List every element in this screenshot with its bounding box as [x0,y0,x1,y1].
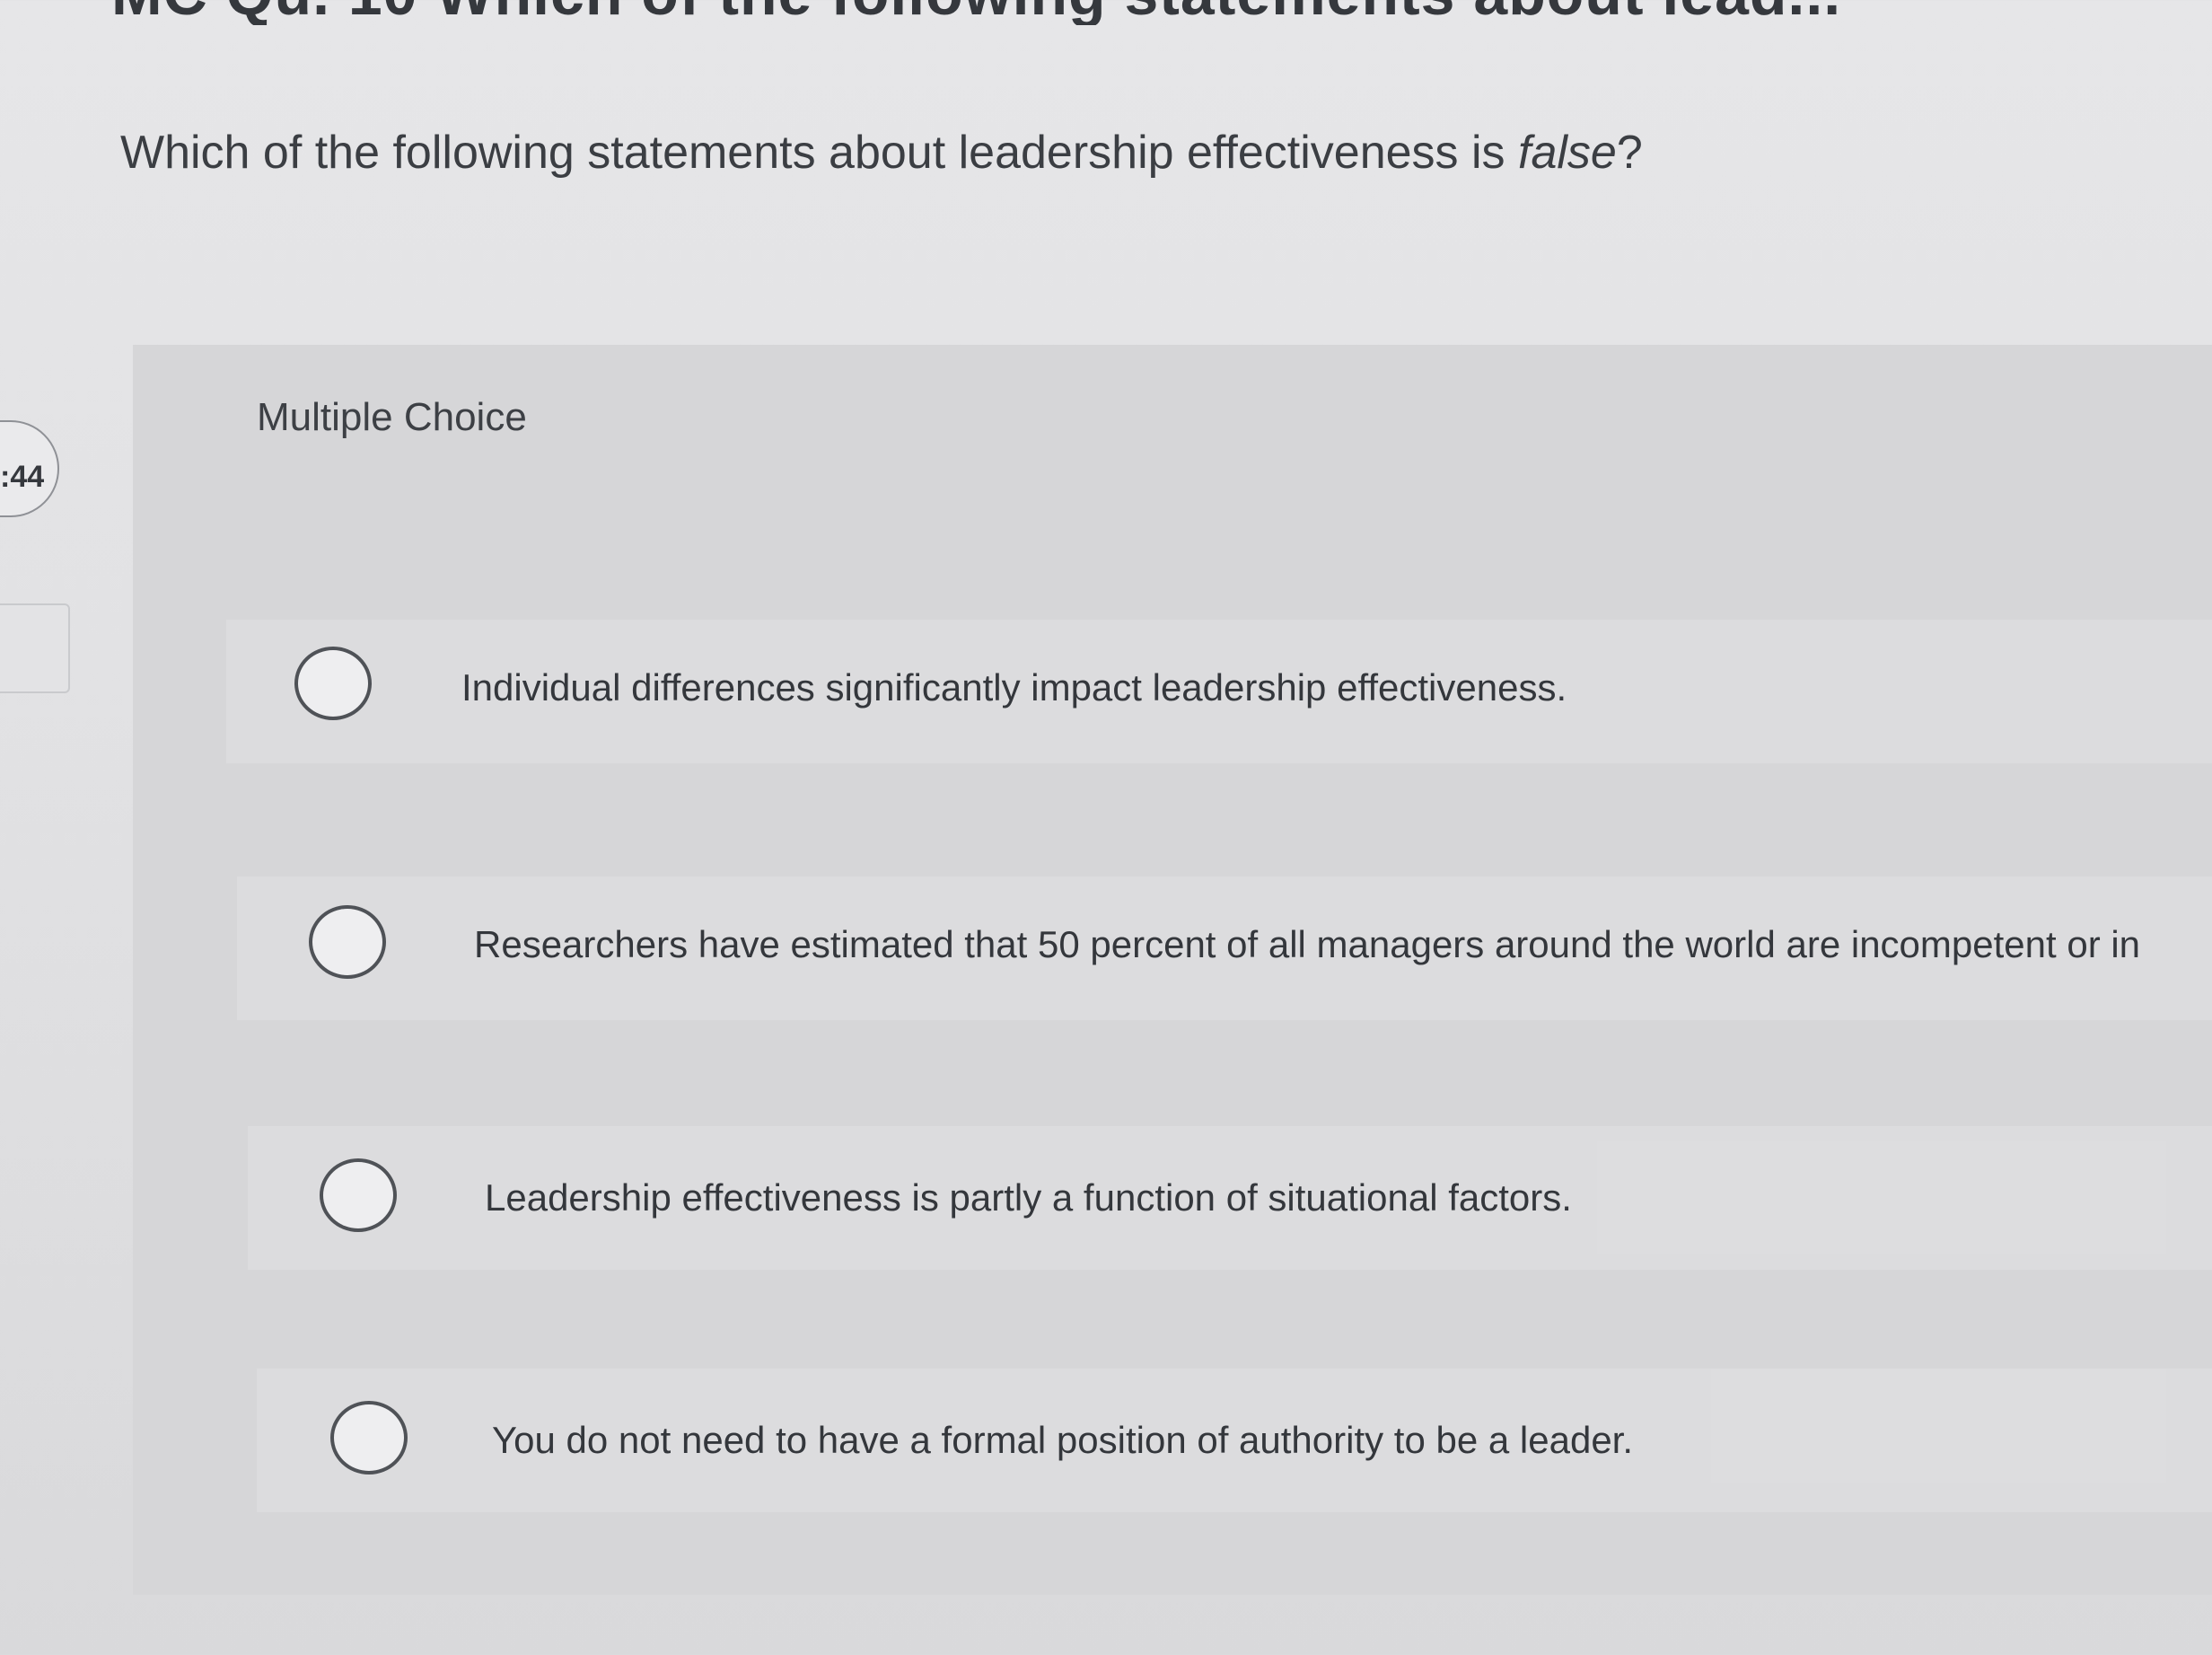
side-panel-button[interactable] [0,603,70,693]
question-prompt: Which of the following statements about … [120,126,1643,180]
question-mark: ? [1616,127,1643,179]
question-header-title: MC Qu. 10 Which of the following stateme… [111,0,1841,25]
answer-option-1[interactable]: Individual differences significantly imp… [226,620,2212,763]
question-emphasis: false [1518,127,1617,179]
answer-option-label: Individual differences significantly imp… [461,666,1567,709]
answer-option-2[interactable]: Researchers have estimated that 50 perce… [237,876,2212,1020]
radio-button[interactable] [320,1158,397,1232]
answer-option-4[interactable]: You do not need to have a formal positio… [257,1369,2212,1512]
answer-option-3[interactable]: Leadership effectiveness is partly a fun… [248,1126,2212,1270]
top-strip: MC Qu. 10 Which of the following stateme… [0,0,2212,25]
radio-button[interactable] [294,647,372,720]
question-text: Which of the following statements about … [120,127,1519,179]
question-type-label: Multiple Choice [257,395,527,439]
answer-option-label: Researchers have estimated that 50 perce… [474,923,2141,965]
radio-button[interactable] [309,905,386,979]
radio-button[interactable] [330,1401,408,1475]
answer-option-label: Leadership effectiveness is partly a fun… [485,1176,1572,1219]
timer-text: :44 [0,460,45,494]
answer-option-label: You do not need to have a formal positio… [492,1419,1634,1461]
